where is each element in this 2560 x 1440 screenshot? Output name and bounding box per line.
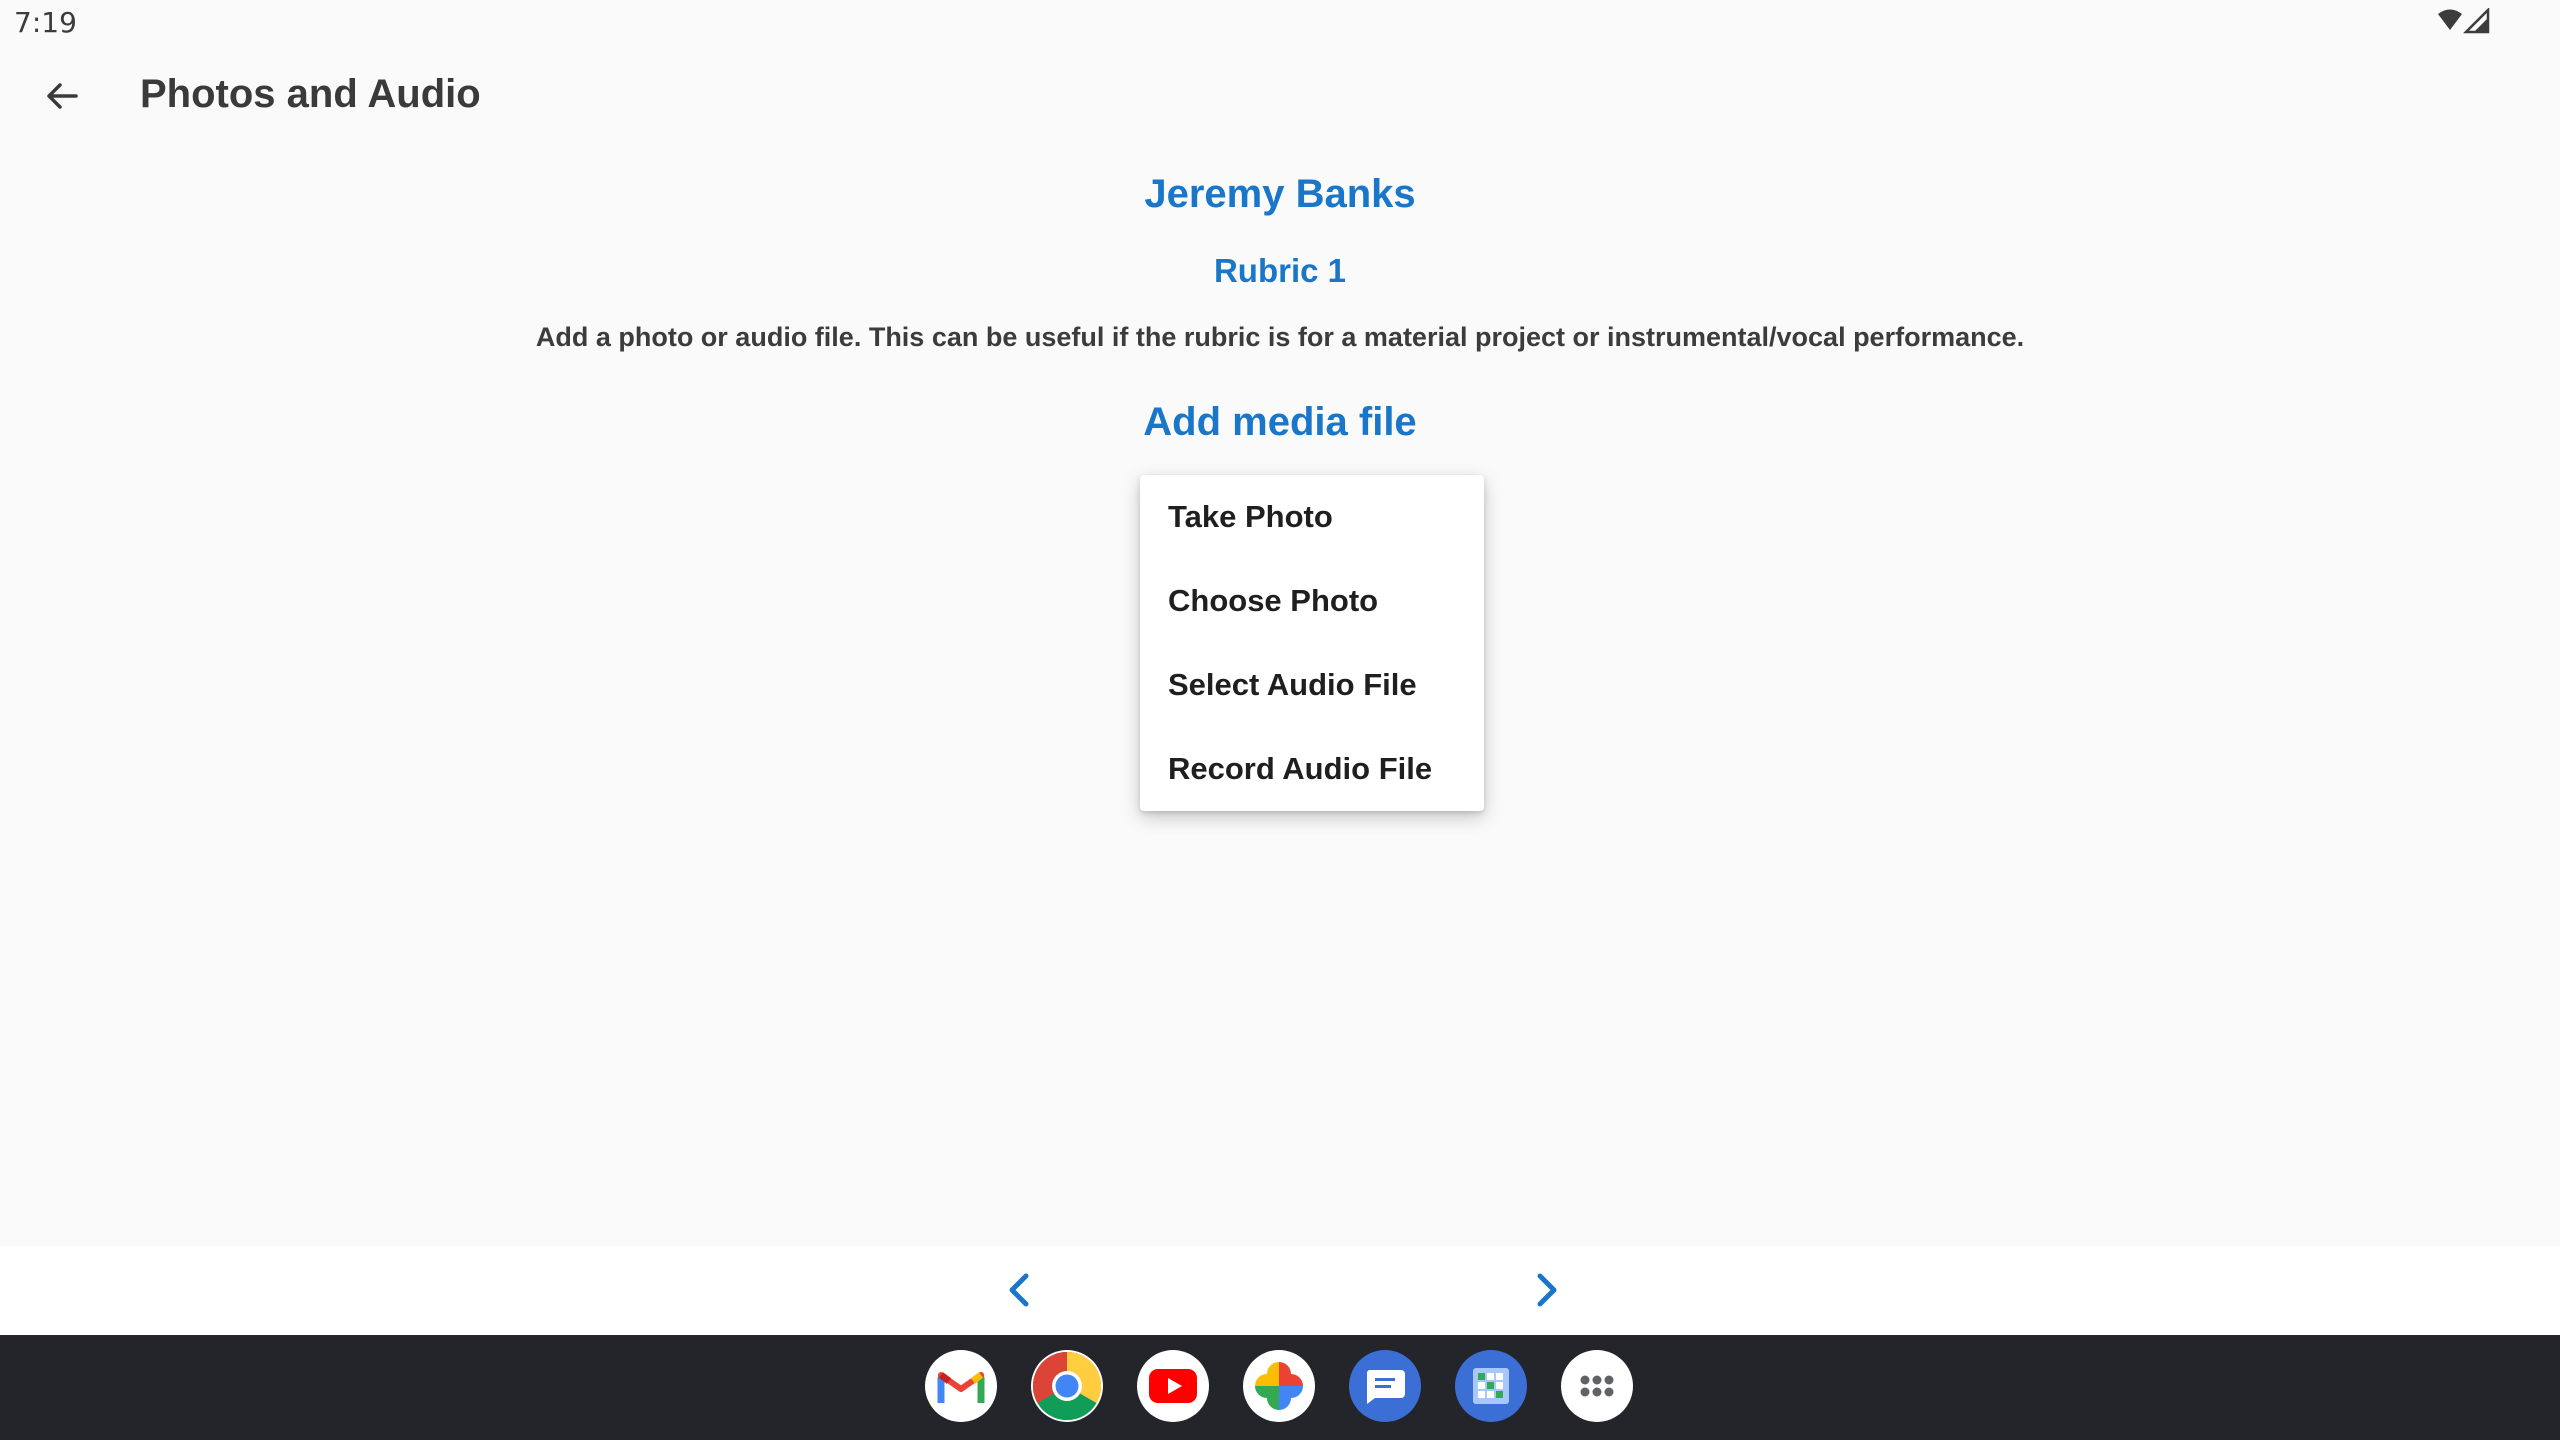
status-bar: 7:19 — [0, 0, 2560, 44]
student-name: Jeremy Banks — [1144, 172, 1416, 216]
rubric-name: Rubric 1 — [1213, 252, 1347, 289]
page-title: Photos and Audio — [140, 72, 481, 116]
taskbar — [0, 1335, 2560, 1440]
app-bar: Photos and Audio — [0, 44, 2560, 156]
add-media-file-button[interactable]: Add media file — [1143, 400, 1416, 444]
gmail-icon[interactable] — [925, 1350, 997, 1422]
status-time: 7:19 — [14, 6, 77, 39]
chrome-icon[interactable] — [1031, 1350, 1103, 1422]
description-text: Add a photo or audio file. This can be u… — [535, 322, 2025, 352]
photos-icon[interactable] — [1243, 1350, 1315, 1422]
youtube-icon[interactable] — [1137, 1350, 1209, 1422]
back-button[interactable] — [36, 70, 88, 122]
chevron-right-icon — [1537, 1273, 1557, 1307]
sheets-icon[interactable] — [1455, 1350, 1527, 1422]
menu-item-record-audio-file[interactable]: Record Audio File — [1140, 727, 1484, 811]
media-popup-menu: Take Photo Choose Photo Select Audio Fil… — [1140, 475, 1484, 811]
next-button[interactable] — [1522, 1266, 1570, 1314]
arrow-back-icon — [47, 83, 78, 109]
app-drawer-icon[interactable] — [1561, 1350, 1633, 1422]
status-icons — [2436, 6, 2490, 34]
menu-item-take-photo[interactable]: Take Photo — [1140, 475, 1484, 559]
wifi-icon — [2438, 6, 2490, 34]
chevron-left-icon — [1009, 1273, 1029, 1307]
screen: 7:19 Photos and Audio Jeremy Banks Rubri… — [0, 0, 2560, 1440]
add-media-container: Add media file — [0, 400, 2560, 445]
menu-item-choose-photo[interactable]: Choose Photo — [1140, 559, 1484, 643]
messages-icon[interactable] — [1349, 1350, 1421, 1422]
bottom-nav — [0, 1246, 2560, 1335]
previous-button[interactable] — [996, 1266, 1044, 1314]
menu-item-select-audio-file[interactable]: Select Audio File — [1140, 643, 1484, 727]
